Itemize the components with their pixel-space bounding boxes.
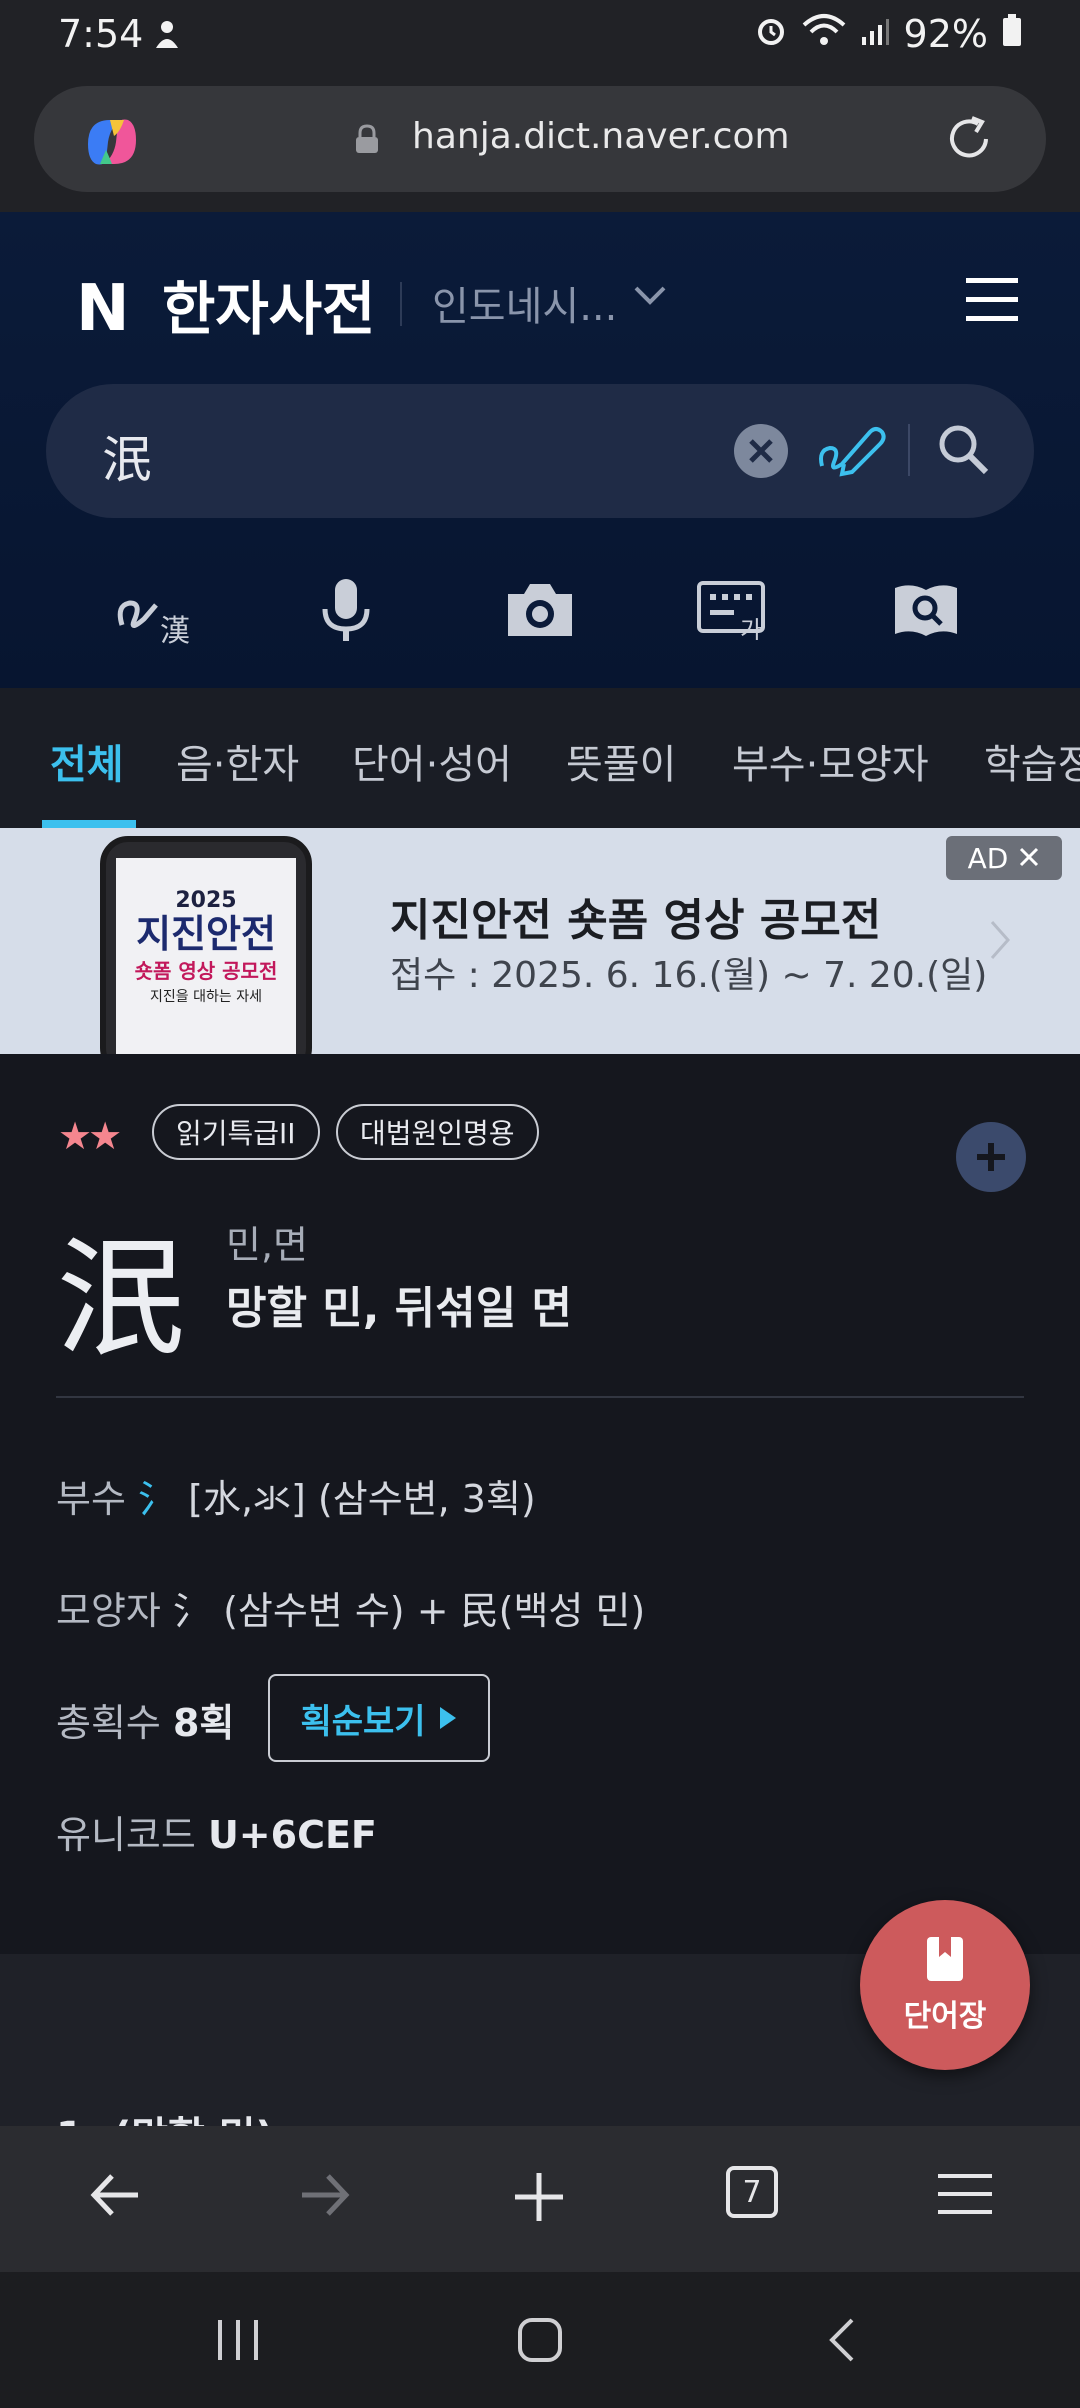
system-back-icon[interactable] xyxy=(826,2316,858,2368)
copilot-icon[interactable] xyxy=(80,114,144,174)
unicode-value: U+6CEF xyxy=(207,1813,377,1857)
signal-icon xyxy=(860,12,890,56)
chevron-right-icon[interactable] xyxy=(988,918,1012,966)
notification-icon xyxy=(152,18,182,56)
ad-phone-image: 2025 지진안전 숏폼 영상 공모전 지진을 대하는 자세 xyxy=(100,836,312,1054)
close-icon[interactable] xyxy=(1018,842,1040,875)
tabs-button[interactable]: 7 xyxy=(726,2166,778,2218)
input-tools: 漢 가 xyxy=(0,572,1080,652)
chevron-down-icon[interactable] xyxy=(632,284,668,312)
shape-label: 모양자 xyxy=(56,1589,161,1633)
bookmark-icon xyxy=(927,1937,963,1981)
name-use-chip[interactable]: 대법원인명용 xyxy=(336,1104,539,1160)
lock-icon xyxy=(354,124,380,158)
language-selector[interactable]: 인도네시... xyxy=(432,274,617,332)
svg-text:漢: 漢 xyxy=(160,614,190,645)
category-tabs: 전체 음·한자 단어·성어 뜻풀이 부수·모양자 학습정 xyxy=(0,688,1080,828)
handwriting-icon[interactable] xyxy=(816,420,888,484)
entry-card: ★★ 읽기특급II 대법원인명용 泯 민,면 망할 민, 뒤섞일 면 부수 氵 … xyxy=(0,1054,1080,1954)
camera-icon[interactable] xyxy=(500,572,580,648)
meaning-heading: 1. (망할 민) xyxy=(56,2104,274,2126)
forward-icon[interactable] xyxy=(298,2170,352,2224)
hanja-meaning: 망할 민, 뒤섞일 면 xyxy=(226,1283,573,1334)
tab-radical-shape[interactable]: 부수·모양자 xyxy=(732,732,929,790)
service-title[interactable]: 한자사전 xyxy=(162,262,375,346)
battery-percent: 92% xyxy=(903,12,988,56)
ad-poster: 2025 지진안전 숏폼 영상 공모전 지진을 대하는 자세 xyxy=(116,858,296,1054)
menu-icon[interactable] xyxy=(964,274,1020,330)
ad-poster-subtitle: 숏폼 영상 공모전 xyxy=(134,959,278,983)
strokes-row: 총획수 8획 xyxy=(56,1692,234,1747)
strokes-value: 8획 xyxy=(172,1701,235,1745)
ad-poster-caption: 지진을 대하는 자세 xyxy=(150,989,262,1005)
add-to-wordbook-button[interactable] xyxy=(956,1122,1026,1192)
browser-menu-icon[interactable] xyxy=(936,2170,994,2222)
status-time: 7:54 xyxy=(58,12,144,56)
strokes-label: 총획수 xyxy=(56,1701,161,1745)
shape-value: 氵 (삼수변 수) + 民(백성 민) xyxy=(172,1589,646,1633)
ad-poster-title: 지진안전 xyxy=(136,912,276,956)
tab-meaning[interactable]: 뜻풀이 xyxy=(566,732,676,790)
hanja-reading: 민,면 xyxy=(226,1223,308,1267)
recent-apps-icon[interactable] xyxy=(214,2318,262,2366)
status-bar: 7:54 92% xyxy=(0,0,1080,72)
stroke-order-label: 획순보기 xyxy=(300,1701,426,1742)
wifi-icon xyxy=(802,12,846,56)
reload-icon[interactable] xyxy=(942,112,996,170)
search-bar[interactable]: 泯 xyxy=(46,384,1034,518)
naver-logo[interactable]: N xyxy=(76,272,130,346)
tab-word-idiom[interactable]: 단어·성어 xyxy=(352,732,512,790)
radical-label: 부수 xyxy=(56,1477,126,1521)
svg-text:가: 가 xyxy=(740,616,762,640)
browser-toolbar: 7 xyxy=(0,2126,1080,2272)
ad-badge[interactable]: AD xyxy=(946,836,1062,880)
header-divider xyxy=(400,282,402,326)
search-icon[interactable] xyxy=(936,422,992,482)
active-tab-indicator xyxy=(42,820,136,828)
tab-sound-hanja[interactable]: 음·한자 xyxy=(176,732,299,790)
radical-value: [水,氺] (삼수변, 3획) xyxy=(188,1477,536,1521)
wordbook-button[interactable]: 단어장 xyxy=(860,1900,1030,2070)
keyboard-icon[interactable]: 가 xyxy=(694,572,774,648)
wordbook-label: 단어장 xyxy=(903,1999,987,2034)
radical-char[interactable]: 氵 xyxy=(138,1477,176,1521)
ad-label: AD xyxy=(967,841,1009,875)
browser-url-area: hanja.dict.naver.com xyxy=(0,72,1080,212)
shape-row: 모양자 氵 (삼수변 수) + 民(백성 민) xyxy=(56,1580,645,1635)
radical-row: 부수 氵 [水,氺] (삼수변, 3획) xyxy=(56,1468,536,1523)
play-icon xyxy=(439,1707,456,1729)
unicode-row: 유니코드 U+6CEF xyxy=(56,1804,377,1859)
grade-chip[interactable]: 읽기특급II xyxy=(152,1104,320,1160)
tab-study[interactable]: 학습정 xyxy=(984,732,1080,790)
plus-icon xyxy=(977,1143,1005,1171)
ad-title[interactable]: 지진안전 숏폼 영상 공모전 xyxy=(390,884,881,948)
unicode-label: 유니코드 xyxy=(56,1813,196,1857)
ad-subtitle: 접수 : 2025. 6. 16.(월) ~ 7. 20.(일) xyxy=(390,955,988,996)
divider xyxy=(56,1396,1024,1398)
microphone-icon[interactable] xyxy=(306,572,386,648)
back-icon[interactable] xyxy=(88,2170,142,2224)
ad-banner[interactable]: 2025 지진안전 숏폼 영상 공모전 지진을 대하는 자세 지진안전 숏폼 영… xyxy=(0,828,1080,1054)
url-text[interactable]: hanja.dict.naver.com xyxy=(412,116,790,157)
search-divider xyxy=(908,424,910,476)
alarm-icon xyxy=(754,12,788,56)
search-input[interactable]: 泯 xyxy=(102,420,152,492)
level-stars: ★★ xyxy=(58,1114,122,1158)
dictionary-header: N 한자사전 인도네시... 泯 漢 가 xyxy=(0,212,1080,688)
hanja-character: 泯 xyxy=(56,1223,187,1375)
ad-poster-year: 2025 xyxy=(175,888,237,913)
stroke-order-button[interactable]: 획순보기 xyxy=(268,1674,490,1762)
address-bar[interactable]: hanja.dict.naver.com xyxy=(34,86,1046,192)
home-icon[interactable] xyxy=(516,2316,564,2368)
tab-all[interactable]: 전체 xyxy=(50,732,124,790)
battery-icon xyxy=(1002,12,1022,56)
clear-icon[interactable] xyxy=(732,422,790,484)
hanja-handwriting-icon[interactable]: 漢 xyxy=(116,572,196,648)
book-search-icon[interactable] xyxy=(886,572,966,648)
system-nav-bar xyxy=(0,2272,1080,2408)
new-tab-icon[interactable] xyxy=(512,2170,566,2228)
